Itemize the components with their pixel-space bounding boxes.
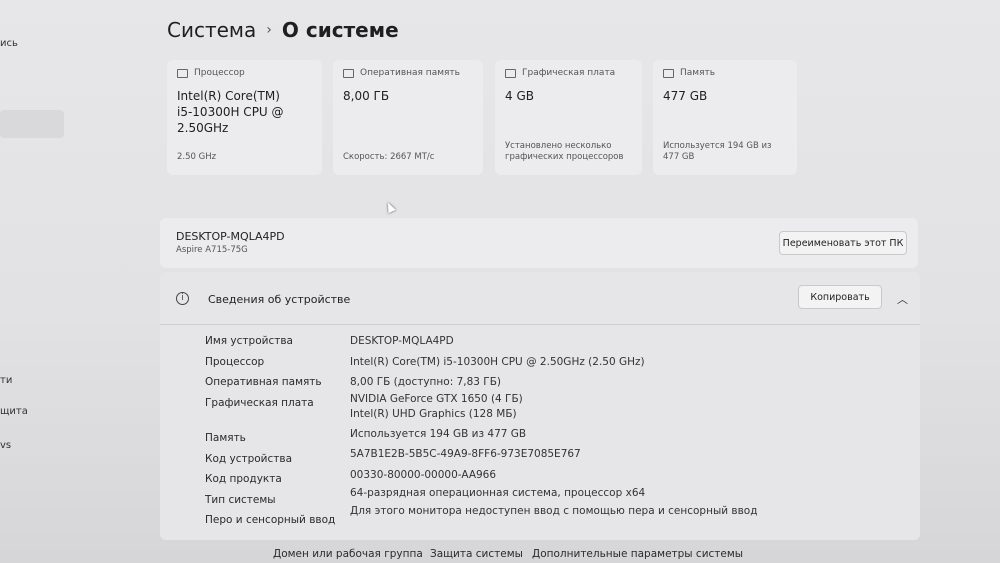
- section-title: Сведения об устройстве: [208, 293, 351, 306]
- spec-value: 5A7B1E2B-5B5C-49A9-8FF6-973E7085E767: [350, 448, 581, 460]
- spec-label: Тип системы: [205, 494, 276, 506]
- storage-icon: [663, 68, 674, 78]
- card-value: 8,00 ГБ: [343, 89, 390, 103]
- link-domain-workgroup[interactable]: Домен или рабочая группа: [273, 548, 423, 560]
- spec-value: Используется 194 GB из 477 GB: [350, 428, 527, 440]
- card-sub: Скорость: 2667 МТ/с: [343, 152, 435, 162]
- card-value: Intel(R) Core(TM) i5-10300H CPU @ 2.50GH…: [177, 89, 284, 135]
- spec-label: Код продукта: [205, 473, 282, 485]
- sidebar-item-fragment[interactable]: ись: [0, 38, 18, 49]
- card-storage: Память 477 GB Используется 194 GB из 477…: [653, 60, 797, 175]
- spec-value: NVIDIA GeForce GTX 1650 (4 ГБ): [350, 393, 523, 405]
- link-advanced-system-settings[interactable]: Дополнительные параметры системы: [532, 548, 743, 560]
- card-label: Графическая плата: [522, 68, 616, 78]
- spec-value: Intel(R) UHD Graphics (128 МБ): [350, 408, 517, 420]
- spec-value: 00330-80000-00000-AA966: [350, 469, 497, 481]
- sidebar-item-fragment[interactable]: ти: [0, 375, 12, 386]
- related-links: Домен или рабочая группа Защита системы …: [160, 540, 920, 563]
- card-value: 477 GB: [663, 89, 708, 103]
- info-icon: i: [176, 292, 189, 305]
- card-value: 4 GB: [505, 89, 534, 103]
- spec-value: DESKTOP-MQLA4PD: [350, 335, 454, 347]
- spec-value: 64-разрядная операционная система, проце…: [350, 487, 646, 499]
- card-sub: Установлено несколько графических процес…: [505, 141, 624, 162]
- device-specifications-panel: i Сведения об устройстве Копировать ︿ Им…: [160, 272, 920, 540]
- rename-pc-button[interactable]: Переименовать этот ПК: [779, 231, 907, 255]
- spec-label: Перо и сенсорный ввод: [205, 514, 336, 526]
- card-label: Оперативная память: [360, 68, 460, 78]
- ram-icon: [343, 68, 354, 78]
- sidebar-selected-item[interactable]: [0, 110, 64, 138]
- cpu-icon: [177, 68, 188, 78]
- spec-value: Intel(R) Core(TM) i5-10300H CPU @ 2.50GH…: [350, 356, 645, 368]
- spec-label: Код устройства: [205, 453, 293, 465]
- sidebar-item-fragment[interactable]: vs: [0, 440, 11, 451]
- spec-label: Оперативная память: [205, 376, 322, 388]
- card-processor: Процессор Intel(R) Core(TM) i5-10300H CP…: [167, 60, 322, 175]
- card-gpu: Графическая плата 4 GB Установлено неско…: [495, 60, 642, 175]
- sidebar-item-fragment[interactable]: щита: [0, 406, 28, 417]
- page-title: О системе: [281, 18, 399, 42]
- device-model: Aspire A715-75G: [176, 245, 248, 255]
- breadcrumb: Система › О системе: [167, 18, 399, 42]
- card-label: Память: [680, 68, 716, 78]
- gpu-icon: [505, 68, 516, 78]
- spec-value: Для этого монитора недоступен ввод с пом…: [350, 505, 758, 517]
- device-name-bar: DESKTOP-MQLA4PD Aspire A715-75G Переимен…: [160, 218, 918, 268]
- card-ram: Оперативная память 8,00 ГБ Скорость: 266…: [333, 60, 483, 175]
- spec-label: Имя устройства: [205, 335, 293, 347]
- copy-button[interactable]: Копировать: [798, 285, 882, 309]
- mouse-cursor-icon: [384, 200, 396, 214]
- card-sub: 2.50 GHz: [177, 152, 217, 162]
- spec-label: Графическая плата: [205, 397, 314, 409]
- spec-value: 8,00 ГБ (доступно: 7,83 ГБ): [350, 376, 501, 388]
- device-specifications-header[interactable]: i Сведения об устройстве Копировать ︿: [160, 272, 920, 325]
- chevron-right-icon: ›: [266, 22, 272, 38]
- sidebar: ись ти щита vs: [0, 0, 70, 563]
- spec-label: Память: [205, 432, 246, 444]
- breadcrumb-parent[interactable]: Система: [167, 18, 256, 42]
- link-system-protection[interactable]: Защита системы: [430, 548, 523, 560]
- card-sub: Используется 194 GB из 477 GB: [663, 141, 772, 162]
- chevron-up-icon[interactable]: ︿: [897, 291, 908, 307]
- device-name: DESKTOP-MQLA4PD: [176, 230, 285, 243]
- spec-label: Процессор: [205, 356, 265, 368]
- card-label: Процессор: [194, 68, 245, 78]
